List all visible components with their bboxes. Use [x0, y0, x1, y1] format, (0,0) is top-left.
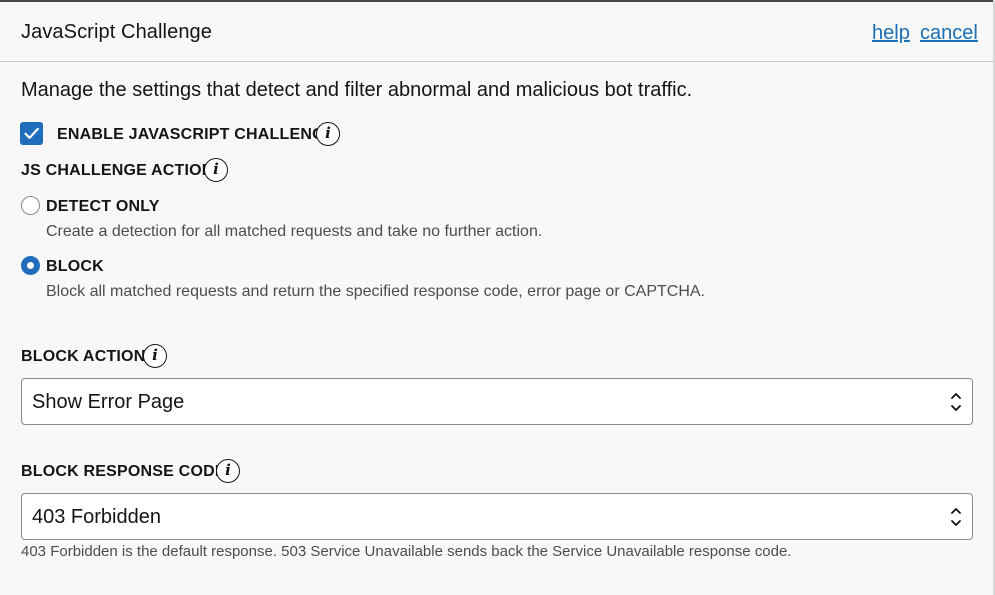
block-response-code-value: 403 Forbidden: [32, 506, 161, 528]
block-response-code-select[interactable]: 403 Forbidden: [21, 493, 973, 540]
block-action-label: BLOCK ACTION: [21, 348, 146, 365]
select-chevron-icon: [951, 508, 961, 526]
block-response-code-label: BLOCK RESPONSE CODE: [21, 463, 226, 480]
detect-only-label: DETECT ONLY: [46, 198, 160, 215]
block-description: Block all matched requests and return th…: [46, 283, 705, 300]
panel-description: Manage the settings that detect and filt…: [21, 79, 693, 101]
checkmark-icon: [24, 127, 39, 139]
block-radio[interactable]: [21, 256, 40, 275]
select-chevron-icon: [951, 393, 961, 411]
panel-header: JavaScript Challenge help cancel: [0, 2, 993, 62]
block-action-value: Show Error Page: [32, 391, 185, 413]
panel-title: JavaScript Challenge: [21, 21, 212, 43]
info-icon[interactable]: i: [216, 459, 240, 483]
info-icon[interactable]: i: [316, 122, 340, 146]
help-link[interactable]: help: [872, 22, 910, 45]
block-action-select[interactable]: Show Error Page: [21, 378, 973, 425]
detect-only-description: Create a detection for all matched reque…: [46, 223, 543, 240]
block-response-code-hint: 403 Forbidden is the default response. 5…: [21, 543, 792, 560]
cancel-link[interactable]: cancel: [920, 22, 978, 45]
block-label: BLOCK: [46, 258, 104, 275]
js-challenge-action-label: JS CHALLENGE ACTION: [21, 162, 214, 179]
info-icon[interactable]: i: [204, 158, 228, 182]
detect-only-radio[interactable]: [21, 196, 40, 215]
enable-challenge-checkbox[interactable]: [20, 122, 43, 145]
info-icon[interactable]: i: [143, 344, 167, 368]
enable-challenge-label: ENABLE JAVASCRIPT CHALLENGE: [57, 126, 336, 143]
